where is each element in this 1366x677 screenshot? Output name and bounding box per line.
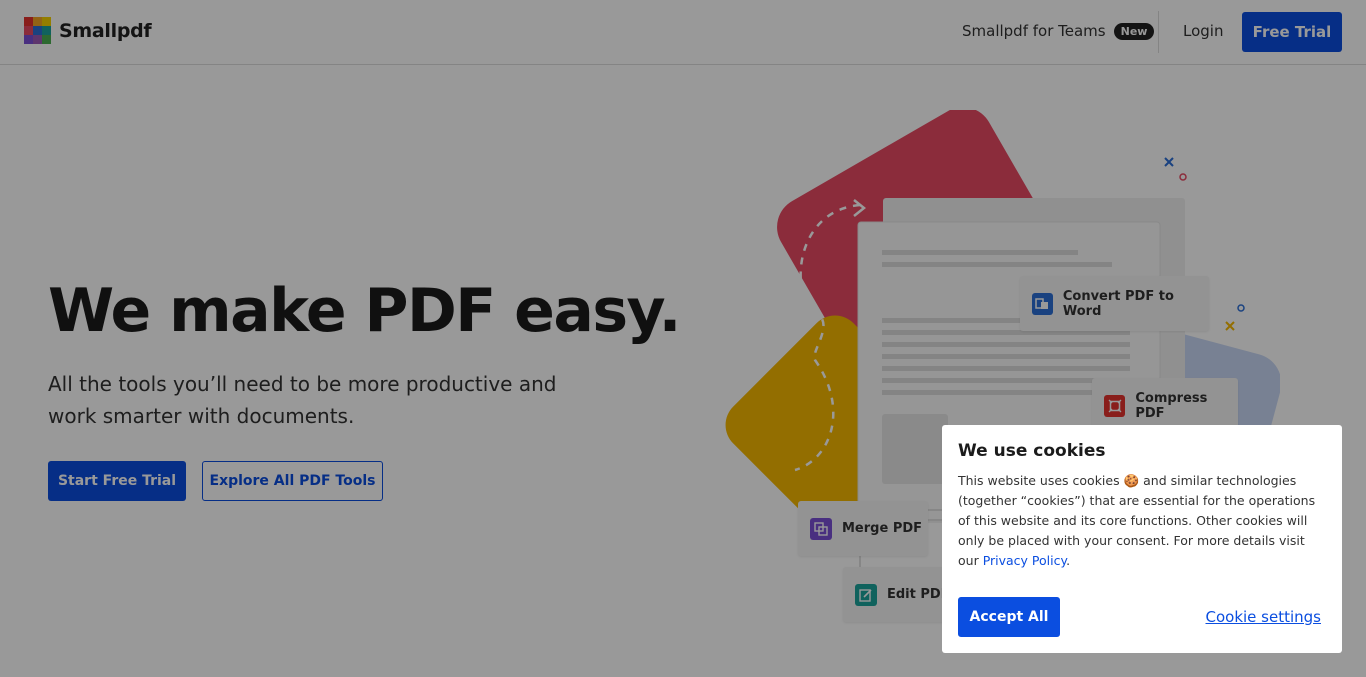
cookie-emoji-icon: 🍪	[1123, 473, 1140, 488]
privacy-policy-link[interactable]: Privacy Policy	[983, 553, 1066, 568]
cookie-text-intro: This website uses cookies	[958, 473, 1120, 488]
cookie-dialog-title: We use cookies	[958, 441, 1106, 461]
cookie-settings-link[interactable]: Cookie settings	[1206, 608, 1322, 626]
accept-all-button[interactable]: Accept All	[958, 597, 1060, 637]
cookie-text-end: .	[1066, 553, 1071, 568]
cookie-dialog-text: This website uses cookies 🍪 and similar …	[958, 471, 1326, 571]
cookie-consent-dialog: We use cookies This website uses cookies…	[942, 425, 1342, 653]
